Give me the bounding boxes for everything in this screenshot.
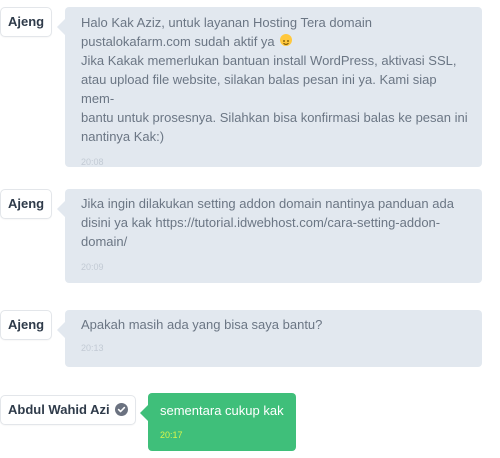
message-line: pustalokafarm.com sudah aktif ya — [81, 32, 470, 51]
message-line: Apakah masih ada yang bisa saya bantu? — [81, 317, 323, 332]
message-line: Jika Kakak memerlukan bantuan install Wo… — [81, 53, 457, 68]
message-time: 20:09 — [81, 262, 104, 272]
sender-name-tag: Ajeng — [0, 189, 53, 219]
check-circle-icon — [114, 403, 128, 416]
sender-name-tag: Ajeng — [0, 310, 53, 340]
message-time: 20:17 — [160, 430, 183, 440]
message-line: disini ya kak https://tutorial.idwebhost… — [81, 215, 441, 230]
message-line: atau upload file website, silakan balas … — [81, 72, 437, 106]
message-line: Halo Kak Aziz, untuk layanan Hosting Ter… — [81, 15, 372, 30]
message-line: sementara cukup kak — [160, 403, 284, 418]
sender-name: Ajeng — [8, 14, 45, 29]
message-bubble: Halo Kak Aziz, untuk layanan Hosting Ter… — [57, 7, 482, 167]
message-time: 20:13 — [81, 343, 104, 353]
message-line: domain/ — [81, 234, 128, 249]
message-bubble: sementara cukup kak 20:17 — [140, 393, 296, 451]
sender-name: Abdul Wahid Azi — [8, 402, 110, 417]
sender-name: Ajeng — [8, 317, 45, 332]
message-bubble: Apakah masih ada yang bisa saya bantu? 2… — [57, 310, 482, 367]
smile-emoji-icon — [280, 34, 293, 46]
message-line: nantinya Kak:) — [81, 129, 165, 144]
sender-name-tag: Ajeng — [0, 7, 53, 37]
message-bubble: Jika ingin dilakukan setting addon domai… — [57, 189, 482, 283]
message-line: bantu untuk prosesnya. Silahkan bisa kon… — [81, 110, 468, 125]
sender-name-tag: Abdul Wahid Azi — [0, 395, 136, 425]
message-line: Jika ingin dilakukan setting addon domai… — [81, 196, 454, 211]
message-time: 20:08 — [81, 157, 104, 167]
sender-name: Ajeng — [8, 196, 45, 211]
